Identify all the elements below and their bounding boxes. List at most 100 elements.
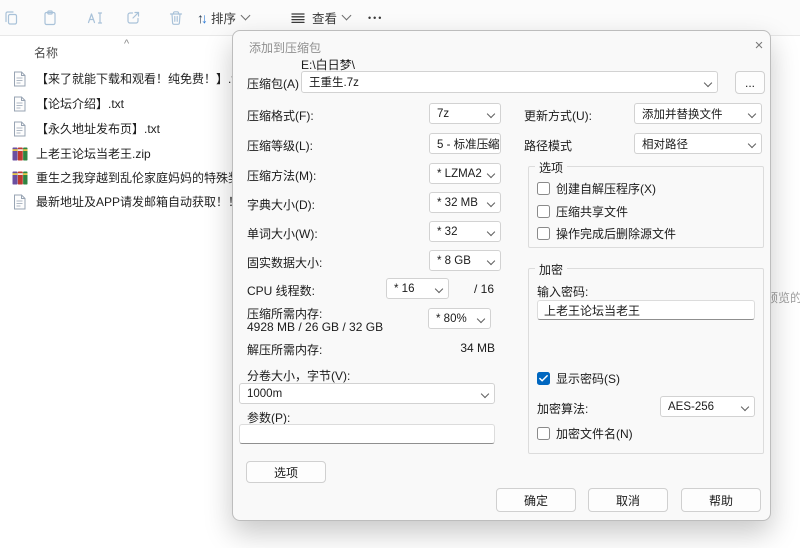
archive-file-icon xyxy=(12,170,28,186)
path-mode-value: 相对路径 xyxy=(642,138,688,151)
view-label: 查看 xyxy=(312,12,338,26)
create-sfx-label: 创建自解压程序(X) xyxy=(556,182,656,196)
file-row[interactable]: 【论坛介绍】.txt xyxy=(4,91,236,116)
volume-size-combo[interactable]: 1000m xyxy=(239,383,495,404)
word-size-label: 单词大小(W): xyxy=(247,227,318,241)
options-group: 选项 创建自解压程序(X) 压缩共享文件 操作完成后删除源文件 xyxy=(528,159,764,248)
word-size-combo[interactable]: * 32 xyxy=(429,221,501,242)
dictionary-combo[interactable]: * 32 MB xyxy=(429,192,501,213)
sort-icon: ↑↓ xyxy=(197,9,208,26)
chevron-down-icon xyxy=(740,402,750,412)
solid-block-label: 固实数据大小: xyxy=(247,256,323,270)
level-label: 压缩等级(L): xyxy=(247,139,314,153)
update-mode-value: 添加并替换文件 xyxy=(642,108,723,121)
format-combo[interactable]: 7z xyxy=(429,103,501,124)
chevron-down-icon xyxy=(486,256,496,266)
paste-icon[interactable] xyxy=(41,9,59,27)
encrypt-names-label: 加密文件名(N) xyxy=(556,427,633,441)
encryption-method-value: AES-256 xyxy=(668,400,715,413)
cancel-button[interactable]: 取消 xyxy=(588,488,668,512)
dictionary-label: 字典大小(D): xyxy=(247,198,315,212)
checkbox-checked-icon xyxy=(537,372,550,385)
delete-icon[interactable] xyxy=(167,9,185,27)
encrypt-names-checkbox[interactable]: 加密文件名(N) xyxy=(537,425,633,442)
method-label: 压缩方法(M): xyxy=(247,169,317,183)
chevron-down-icon xyxy=(341,10,352,21)
checkbox-unchecked-icon xyxy=(537,427,550,440)
archive-file-icon xyxy=(12,146,28,162)
solid-block-combo[interactable]: * 8 GB xyxy=(429,250,501,271)
checkbox-unchecked-icon xyxy=(537,182,550,195)
close-icon[interactable]: × xyxy=(750,36,768,54)
delete-after-checkbox[interactable]: 操作完成后删除源文件 xyxy=(537,225,676,242)
encryption-group: 加密 输入密码: 显示密码(S) 加密算法: AES-256 加密文件名(N) xyxy=(528,261,764,454)
password-label: 输入密码: xyxy=(537,285,589,299)
share-icon[interactable] xyxy=(124,9,142,27)
memory-percent-combo[interactable]: * 80% xyxy=(428,308,491,329)
cpu-threads-label: CPU 线程数: xyxy=(247,284,316,298)
file-row[interactable]: 【来了就能下载和观看！纯免费！】.txt xyxy=(4,66,236,91)
dictionary-value: * 32 MB xyxy=(437,196,478,209)
chevron-down-icon xyxy=(747,139,757,149)
format-value: 7z xyxy=(437,107,450,120)
sort-label: 排序 xyxy=(211,12,237,26)
volume-size-label: 分卷大小，字节(V): xyxy=(247,369,351,383)
cancel-button-label: 取消 xyxy=(615,493,640,508)
method-combo[interactable]: * LZMA2 xyxy=(429,163,501,184)
browse-button[interactable]: ... xyxy=(735,71,765,94)
chevron-down-icon xyxy=(486,169,496,179)
checkbox-unchecked-icon xyxy=(537,205,550,218)
help-button-label: 帮助 xyxy=(708,493,733,508)
path-mode-combo[interactable]: 相对路径 xyxy=(634,133,762,154)
ellipsis-icon: ... xyxy=(744,75,755,90)
delete-after-label: 操作完成后删除源文件 xyxy=(556,227,677,241)
decompress-memory-label: 解压所需内存: xyxy=(247,343,323,357)
file-row[interactable]: 【永久地址发布页】.txt xyxy=(4,116,236,141)
options-button[interactable]: 选项 xyxy=(246,461,326,483)
preview-pane-text: 预览的 xyxy=(766,291,800,305)
path-mode-label: 路径模式 xyxy=(524,139,573,153)
parameters-input[interactable] xyxy=(239,424,495,444)
view-lines-icon xyxy=(291,12,305,23)
create-sfx-checkbox[interactable]: 创建自解压程序(X) xyxy=(537,180,656,197)
archive-label: 压缩包(A) xyxy=(247,77,299,91)
encryption-method-label: 加密算法: xyxy=(537,402,589,416)
memory-percent-value: * 80% xyxy=(436,312,467,325)
method-value: * LZMA2 xyxy=(437,167,482,180)
copy-icon[interactable] xyxy=(2,9,20,27)
options-button-label: 选项 xyxy=(273,465,298,480)
chevron-down-icon xyxy=(486,198,496,208)
help-button[interactable]: 帮助 xyxy=(681,488,761,512)
file-name: 【来了就能下载和观看！纯免费！】.txt xyxy=(36,72,236,86)
volume-size-value: 1000m xyxy=(247,387,283,400)
file-row[interactable]: 重生之我穿越到乱伦家庭妈妈的特殊奖励... xyxy=(4,165,236,190)
options-group-title: 选项 xyxy=(535,159,568,176)
level-combo[interactable]: 5 - 标准压缩 xyxy=(429,133,501,154)
show-password-label: 显示密码(S) xyxy=(556,372,620,386)
file-name: 【永久地址发布页】.txt xyxy=(36,122,161,136)
chevron-down-icon xyxy=(486,109,496,119)
update-mode-label: 更新方式(U): xyxy=(524,109,592,123)
checkbox-unchecked-icon xyxy=(537,227,550,240)
show-password-checkbox[interactable]: 显示密码(S) xyxy=(537,370,620,387)
rename-icon[interactable] xyxy=(86,9,104,27)
column-header-name[interactable]: 名称 xyxy=(34,44,58,61)
word-size-value: * 32 xyxy=(437,225,458,238)
sort-ascending-icon: ^ xyxy=(124,38,130,50)
ok-button-label: 确定 xyxy=(523,493,548,508)
compress-shared-checkbox[interactable]: 压缩共享文件 xyxy=(537,203,628,220)
archive-name-combo[interactable]: 王重生.7z xyxy=(301,71,718,93)
ok-button[interactable]: 确定 xyxy=(496,488,576,512)
file-row[interactable]: 最新地址及APP请发邮箱自动获取！！！... xyxy=(4,189,236,214)
update-mode-combo[interactable]: 添加并替换文件 xyxy=(634,103,762,124)
chevron-down-icon xyxy=(747,109,757,119)
file-row[interactable]: 上老王论坛当老王.zip xyxy=(4,141,236,166)
archive-name-value: 王重生.7z xyxy=(309,77,359,89)
encryption-method-combo[interactable]: AES-256 xyxy=(660,396,755,417)
cpu-threads-combo[interactable]: * 16 xyxy=(386,278,449,299)
password-input[interactable] xyxy=(537,300,755,320)
chevron-down-icon xyxy=(240,10,251,21)
file-name: 重生之我穿越到乱伦家庭妈妈的特殊奖励... xyxy=(36,171,236,185)
chevron-down-icon xyxy=(476,314,486,324)
text-file-icon xyxy=(12,96,28,112)
